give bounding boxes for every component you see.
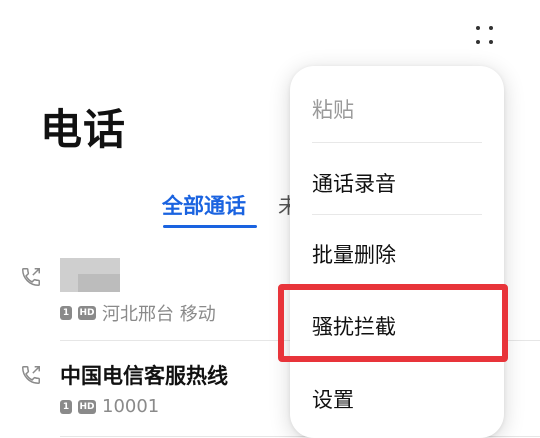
menu-divider [312,142,482,143]
menu-item-settings[interactable]: 设置 [312,384,354,414]
hd-call-badge: HD [78,399,96,414]
call-meta: 1 HD 河北邢台 移动 [60,300,216,326]
page-title: 电话 [40,105,127,154]
more-dot-icon [489,40,493,44]
more-dot-icon [476,40,480,44]
tab-active-indicator [163,225,257,228]
more-dot-icon [489,26,493,30]
call-location: 河北邢台 移动 [102,304,216,325]
call-number: 10001 [102,396,160,417]
phone-app-screen: 电话 全部通话 未接来电 1 HD 河北邢台 移动 中国电信客服热线 1 HD … [0,0,540,438]
menu-item-batch-delete[interactable]: 批量删除 [312,239,396,269]
menu-item-call-recording[interactable]: 通话录音 [312,168,396,198]
more-options-button[interactable] [470,20,502,52]
menu-item-paste[interactable]: 粘贴 [312,94,354,124]
overflow-menu: 粘贴 通话录音 批量删除 骚扰拦截 设置 [290,66,504,438]
highlight-annotation [278,284,508,362]
outgoing-call-icon [22,268,40,286]
menu-divider [312,214,482,215]
tab-all-calls[interactable]: 全部通话 [162,190,246,220]
call-meta: 1 HD 10001 [60,396,159,417]
sim-card-badge: 1 [60,306,72,320]
sim-card-badge: 1 [60,399,72,414]
outgoing-call-icon [22,366,40,384]
hd-call-badge: HD [78,306,96,320]
caller-name: 中国电信客服热线 [60,364,228,388]
more-dot-icon [476,26,480,30]
redacted-phone-number [60,258,120,292]
